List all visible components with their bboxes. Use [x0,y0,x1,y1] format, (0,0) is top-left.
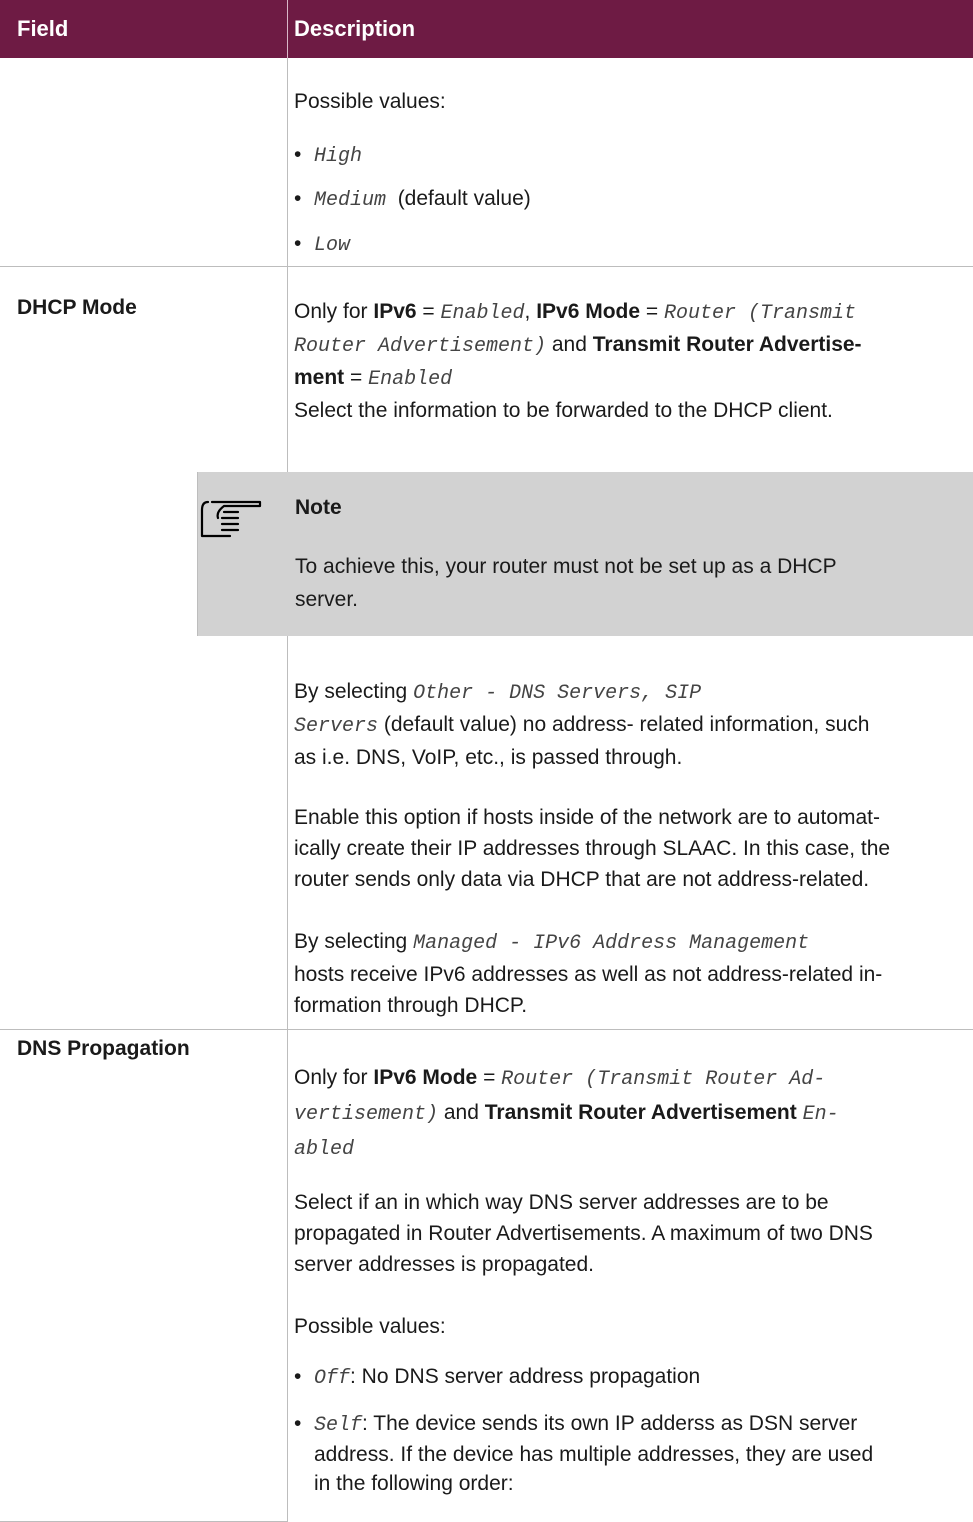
pointing-hand-icon [200,500,262,538]
dns-description: Select if an in which way DNS server add… [294,1191,873,1276]
possible-values-label: Possible values: [294,1315,446,1338]
dhcp-paragraph-slaac: Enable this option if hosts inside of th… [294,806,891,891]
field-column-header: Field [17,16,69,41]
description-column-header: Description [294,16,416,41]
column-divider [287,636,288,1522]
possible-values-label: Possible values: [294,90,446,113]
dns-condition: Only for IPv6 Mode = Router (Transmit Ro… [294,1066,839,1161]
list-item: • Off: No DNS server address propagation [294,1365,701,1390]
dhcp-paragraph-managed: By selecting Managed - IPv6 Address Mana… [294,930,883,1017]
note-box: Note To achieve this, your router must n… [197,472,973,636]
note-text: To achieve this, your router must not be… [295,555,837,611]
dhcp-paragraph-other: By selecting Other - DNS Servers, SIP Se… [294,680,870,769]
list-item: • Low [294,232,351,257]
field-name-dhcp-mode: DHCP Mode [17,296,137,319]
note-title: Note [295,496,342,519]
field-name-dns-propagation: DNS Propagation [17,1037,190,1060]
list-item: • High [294,143,363,168]
dhcp-condition: Only for IPv6 = Enabled, IPv6 Mode = Rou… [294,300,862,422]
table-header: Field Description [0,0,973,58]
column-divider [287,58,288,472]
list-item: • Medium (default value) [294,187,531,212]
list-item: • Self: The device sends its own IP adder… [294,1412,874,1495]
header-divider [287,0,288,58]
row-separator [0,1029,973,1030]
row-separator [0,266,973,267]
